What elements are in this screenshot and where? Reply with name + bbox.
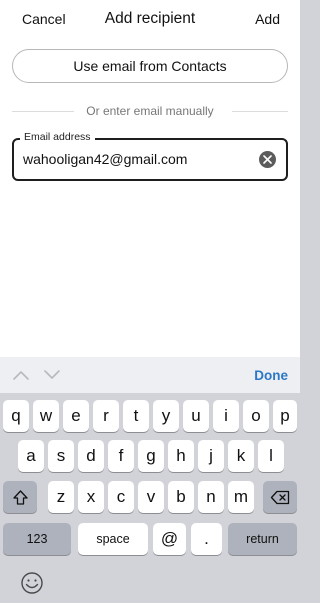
key-u[interactable]: u — [183, 400, 209, 432]
key-w[interactable]: w — [33, 400, 59, 432]
key-k[interactable]: k — [228, 440, 254, 472]
key-q[interactable]: q — [3, 400, 29, 432]
backspace-icon[interactable] — [263, 481, 297, 513]
at-key[interactable]: @ — [153, 523, 186, 555]
key-c[interactable]: c — [108, 481, 134, 513]
add-button[interactable]: Add — [255, 11, 280, 27]
key-x[interactable]: x — [78, 481, 104, 513]
return-key[interactable]: return — [228, 523, 297, 555]
space-key[interactable]: space — [78, 523, 148, 555]
key-z[interactable]: z — [48, 481, 74, 513]
done-button[interactable]: Done — [254, 368, 288, 383]
key-h[interactable]: h — [168, 440, 194, 472]
nav-bar: Cancel Add recipient Add — [0, 0, 300, 40]
email-field[interactable]: Email address wahooligan42@gmail.com — [12, 131, 288, 181]
manual-entry-divider: Or enter email manually — [12, 103, 288, 119]
email-field-label: Email address — [20, 131, 95, 143]
chevron-up-icon[interactable] — [13, 367, 29, 385]
dot-key[interactable]: . — [191, 523, 222, 555]
key-o[interactable]: o — [243, 400, 269, 432]
key-g[interactable]: g — [138, 440, 164, 472]
chevron-down-icon[interactable] — [44, 367, 60, 385]
email-input-value[interactable]: wahooligan42@gmail.com — [23, 151, 187, 167]
divider-line-right — [232, 111, 288, 112]
key-f[interactable]: f — [108, 440, 134, 472]
shift-arrow-icon[interactable] — [3, 481, 37, 513]
numbers-key[interactable]: 123 — [3, 523, 71, 555]
on-screen-keyboard: q w e r t y u i o p a s d f g h j k l z … — [0, 393, 300, 603]
key-l[interactable]: l — [258, 440, 284, 472]
key-v[interactable]: v — [138, 481, 164, 513]
key-b[interactable]: b — [168, 481, 194, 513]
key-n[interactable]: n — [198, 481, 224, 513]
key-e[interactable]: e — [63, 400, 89, 432]
key-j[interactable]: j — [198, 440, 224, 472]
key-p[interactable]: p — [273, 400, 297, 432]
key-t[interactable]: t — [123, 400, 149, 432]
key-y[interactable]: y — [153, 400, 179, 432]
key-d[interactable]: d — [78, 440, 104, 472]
key-i[interactable]: i — [213, 400, 239, 432]
keyboard-accessory-bar: Done — [0, 357, 300, 393]
use-contacts-button[interactable]: Use email from Contacts — [12, 49, 288, 83]
clear-x-circle-icon[interactable] — [259, 151, 276, 168]
add-recipient-sheet: Cancel Add recipient Add Use email from … — [0, 0, 300, 357]
emoji-smiley-icon[interactable] — [20, 571, 44, 595]
key-s[interactable]: s — [48, 440, 74, 472]
key-r[interactable]: r — [93, 400, 119, 432]
key-a[interactable]: a — [18, 440, 44, 472]
key-m[interactable]: m — [228, 481, 254, 513]
